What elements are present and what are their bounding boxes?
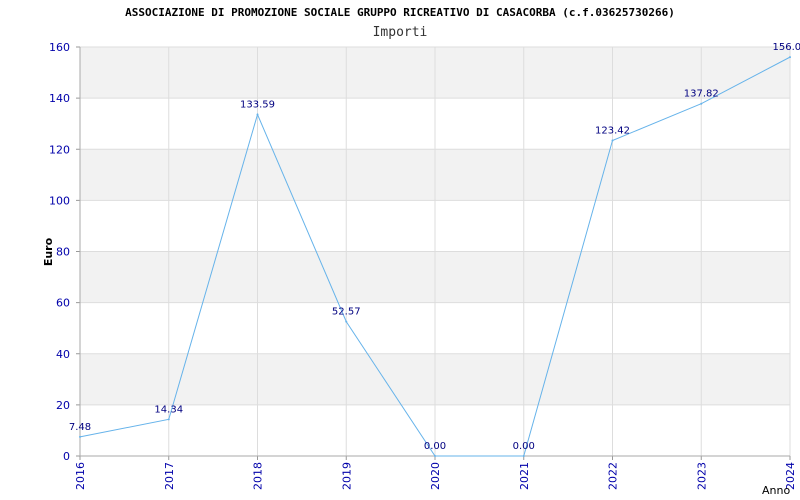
x-tick-label: 2019 bbox=[340, 462, 353, 490]
data-point bbox=[700, 102, 703, 105]
line-chart: 0 20 40 60 80 100 120 140 160 2016 2017 2018 2019 20… bbox=[42, 41, 800, 497]
data-point bbox=[611, 139, 614, 142]
data-label: 14.34 bbox=[154, 404, 183, 415]
data-point bbox=[434, 455, 436, 457]
chart-container: ASSOCIAZIONE DI PROMOZIONE SOCIALE GRUPP… bbox=[0, 0, 800, 500]
data-label: 7.48 bbox=[69, 422, 91, 433]
y-tick-label: 100 bbox=[49, 194, 70, 207]
x-tick-label: 2020 bbox=[429, 462, 442, 490]
data-point bbox=[79, 435, 81, 438]
y-tick-label: 60 bbox=[56, 297, 70, 310]
x-tick-label: 2018 bbox=[252, 462, 265, 490]
y-tick-label: 80 bbox=[56, 246, 70, 259]
y-axis-label: Euro bbox=[42, 237, 55, 266]
data-label: 133.59 bbox=[240, 100, 275, 111]
data-label: 52.57 bbox=[332, 307, 361, 318]
data-point bbox=[167, 418, 170, 421]
x-tick-label: 2023 bbox=[695, 462, 708, 490]
y-tick-label: 120 bbox=[49, 143, 70, 156]
y-tick-label: 160 bbox=[49, 41, 70, 54]
x-tick-label: 2022 bbox=[607, 462, 620, 490]
data-label: 156.04 bbox=[773, 42, 800, 53]
y-tick-label: 20 bbox=[56, 399, 70, 412]
y-tick-label: 140 bbox=[49, 92, 70, 105]
data-point bbox=[522, 455, 525, 457]
x-axis-label: Anno bbox=[762, 484, 790, 497]
x-tick-labels: 2016 2017 2018 2019 2020 2021 2022 2023 2024 bbox=[74, 462, 797, 490]
data-label: 0.00 bbox=[513, 441, 535, 452]
data-point bbox=[789, 56, 791, 59]
data-label: 0.00 bbox=[424, 441, 446, 452]
data-label: 137.82 bbox=[684, 89, 719, 100]
data-label: 123.42 bbox=[595, 126, 630, 137]
x-tick-label: 2021 bbox=[518, 462, 531, 490]
y-tick-label: 0 bbox=[63, 450, 70, 463]
data-point bbox=[256, 113, 259, 116]
x-tick-label: 2016 bbox=[74, 462, 87, 490]
data-point bbox=[345, 320, 348, 323]
y-tick-label: 40 bbox=[56, 348, 70, 361]
x-tick-label: 2017 bbox=[163, 462, 176, 490]
